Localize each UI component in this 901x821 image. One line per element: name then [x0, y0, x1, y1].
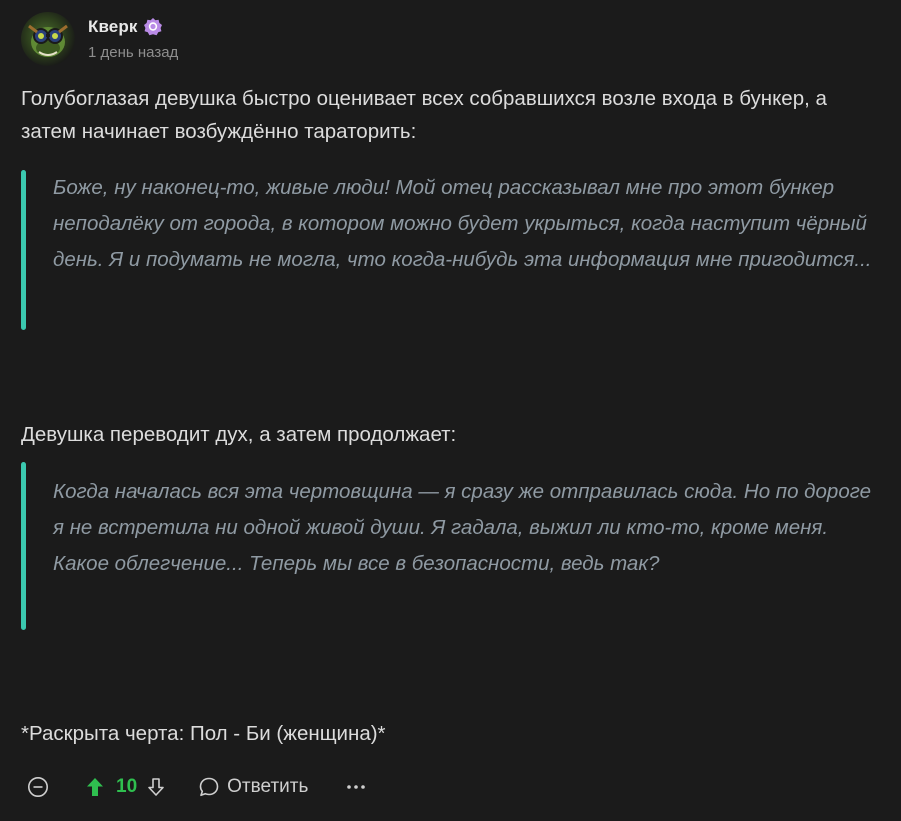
avatar-image [28, 24, 68, 57]
paragraph-middle: Девушка переводит дух, а затем продолжае… [21, 423, 457, 446]
author-name[interactable]: Кверк [88, 17, 137, 37]
comment: Кверк 1 день назад Голубоглазая девушка … [0, 0, 901, 821]
more-button[interactable] [308, 776, 366, 798]
blockquote-1: Боже, ну наконец-то, живые люди! Мой оте… [21, 170, 881, 330]
collapse-button[interactable] [27, 776, 49, 798]
comment-time: 1 день назад [88, 44, 179, 61]
vote-score: 10 [116, 776, 138, 797]
reply-label: Ответить [227, 776, 309, 797]
minus-circle-icon [28, 777, 48, 797]
paragraph-trait: *Раскрыта черта: Пол - Би (женщина)* [21, 722, 386, 745]
ellipsis-icon [347, 785, 366, 789]
quote-bar [21, 170, 26, 330]
quote-bar [21, 462, 26, 630]
avatar[interactable] [21, 12, 75, 66]
arrow-down-icon [148, 778, 164, 796]
author-row: Кверк [88, 16, 178, 38]
arrow-up-icon [87, 778, 103, 796]
speech-bubble-icon [199, 777, 219, 797]
downvote-button[interactable] [137, 776, 165, 798]
blockquote-2: Когда началась вся эта чертовщина — я ср… [21, 462, 881, 630]
comment-actions: 10 Ответить [27, 772, 366, 802]
quote-text-2: Когда началась вся эта чертовщина — я ср… [53, 480, 871, 575]
verified-badge-icon [143, 17, 163, 37]
reply-button[interactable]: Ответить [198, 776, 308, 798]
upvote-button[interactable] [49, 776, 105, 798]
comment-meta: Кверк 1 день назад [88, 12, 178, 61]
comment-header: Кверк 1 день назад [21, 12, 178, 68]
paragraph-intro: Голубоглазая девушка быстро оценивает вс… [21, 87, 827, 143]
quote-text-1: Боже, ну наконец-то, живые люди! Мой оте… [53, 176, 872, 271]
